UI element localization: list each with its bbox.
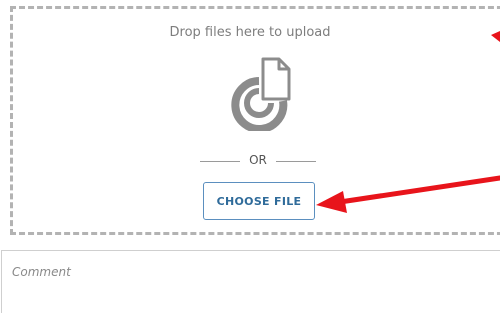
file-upload-icon (231, 57, 291, 131)
upload-panel: Drop files here to upload OR CHOOSE FILE… (0, 0, 500, 313)
drop-files-label: Drop files here to upload (169, 25, 331, 40)
separator-line-right (276, 161, 316, 162)
choose-file-button[interactable]: CHOOSE FILE (203, 182, 315, 220)
comment-placeholder: Comment (12, 265, 71, 279)
or-label: OR (249, 153, 267, 167)
comment-field[interactable]: Comment (1, 250, 500, 313)
or-separator: OR (200, 153, 316, 169)
